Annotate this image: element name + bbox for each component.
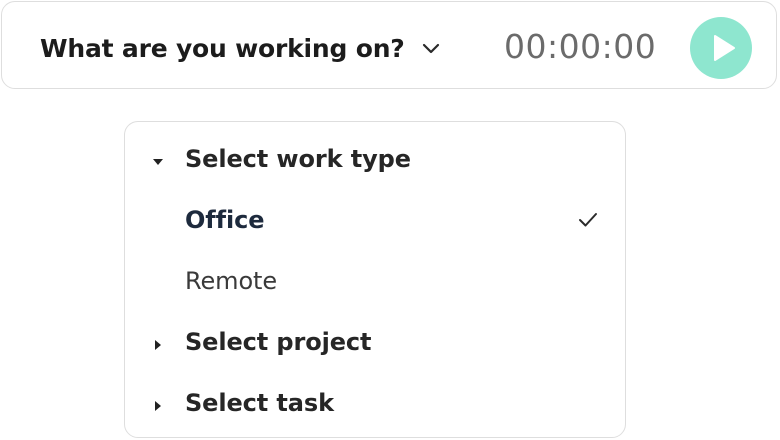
caret-right-icon xyxy=(152,336,164,350)
start-timer-button[interactable] xyxy=(690,17,752,79)
group-label: Select work type xyxy=(185,145,411,173)
group-label: Select project xyxy=(185,328,372,356)
work-selection-dropdown: Select work type Office Remote Select pr… xyxy=(124,121,626,438)
task-select-dropdown[interactable]: What are you working on? xyxy=(40,30,441,66)
option-label: Remote xyxy=(185,267,278,295)
caret-down-icon xyxy=(152,153,164,165)
task-select-label: What are you working on? xyxy=(40,33,405,63)
option-office[interactable]: Office xyxy=(125,192,625,248)
option-label: Office xyxy=(185,206,265,234)
checkmark-icon xyxy=(577,211,599,229)
caret-right-icon xyxy=(152,397,164,411)
play-icon xyxy=(714,35,735,61)
group-label: Select task xyxy=(185,389,334,417)
group-select-task[interactable]: Select task xyxy=(125,375,625,431)
elapsed-time: 00:00:00 xyxy=(504,27,657,66)
chevron-down-icon xyxy=(421,41,441,55)
timer-bar: What are you working on? 00:00:00 xyxy=(1,1,777,89)
group-select-work-type[interactable]: Select work type xyxy=(125,131,625,187)
option-remote[interactable]: Remote xyxy=(125,253,625,309)
group-select-project[interactable]: Select project xyxy=(125,314,625,370)
